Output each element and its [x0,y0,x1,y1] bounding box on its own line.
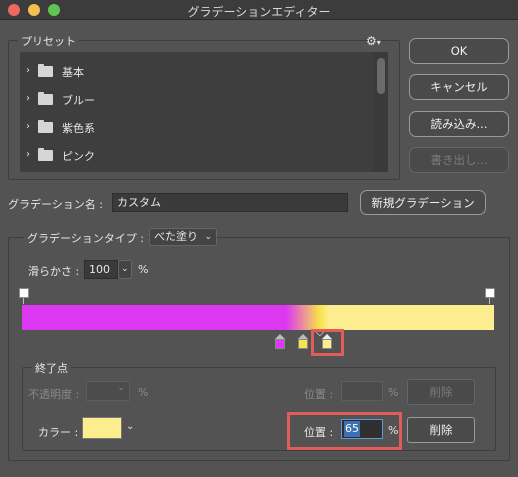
opacity-stop-left[interactable] [19,288,29,298]
opacity-field[interactable]: ⌄ [86,381,130,401]
new-gradient-button[interactable]: 新規グラデーション [360,190,486,215]
gradient-bar[interactable] [22,305,494,330]
chevron-down-icon: ⌄ [204,232,212,242]
smoothness-field[interactable]: 100 [84,260,118,279]
preset-folder-row[interactable]: › 紫色系 [20,114,374,142]
presets-label: プリセット [18,33,79,49]
folder-icon [38,120,53,133]
preset-folder-label: ピンク [62,150,95,163]
color-stop-magenta[interactable] [275,334,285,349]
chevron-down-icon: ⌄ [121,264,129,274]
title-bar: グラデーションエディター [0,0,518,20]
gradient-type-value: べた塗り [154,230,198,243]
delete-button[interactable]: 削除 [407,417,475,443]
chevron-right-icon[interactable]: › [26,93,30,104]
chevron-down-icon[interactable]: ⌄ [126,421,134,432]
gradient-name-label: グラデーション名 : [8,198,103,211]
folder-icon [38,148,53,161]
opacity-stop-stem [489,298,490,304]
opacity-position-unit: % [388,386,399,399]
color-swatch[interactable] [82,417,122,439]
opacity-stop-right[interactable] [485,288,495,298]
smoothness-unit: % [138,263,149,276]
chevron-right-icon[interactable]: › [26,149,30,160]
color-stop-yellow[interactable] [298,334,308,349]
preset-folder-label: 紫色系 [62,122,95,135]
opacity-position-label: 位置 : [304,388,334,401]
chevron-right-icon[interactable]: › [26,121,30,132]
gradient-type-select[interactable]: べた塗り ⌄ [149,228,217,246]
opacity-stop-stem [23,298,24,304]
preset-folder-label: ブルー [62,94,95,107]
preset-scroll-thumb[interactable] [377,58,385,94]
cancel-button[interactable]: キャンセル [409,74,509,100]
position-value: 65 [344,421,360,437]
opacity-position-field[interactable] [341,381,383,401]
load-button[interactable]: 読み込み... [409,111,509,137]
color-label: カラー : [38,426,79,439]
export-button[interactable]: 書き出し... [409,147,509,173]
opacity-label: 不透明度 : [28,388,80,401]
stop-swatch [275,339,285,349]
gradient-name-field[interactable]: カスタム [112,193,348,212]
smoothness-dropdown[interactable]: ⌄ [118,260,132,279]
smoothness-label: 滑らかさ : [28,265,80,278]
position-unit: % [388,424,399,437]
gradient-type-label: グラデーションタイプ : [24,230,147,246]
preset-folder-label: 基本 [62,66,84,79]
stop-swatch [322,339,332,349]
window-title: グラデーションエディター [187,5,331,19]
preset-folder-row[interactable]: › ブルー [20,86,374,114]
stop-swatch [298,339,308,349]
opacity-delete-button[interactable]: 削除 [407,379,475,405]
stops-group-label: 終了点 [32,360,71,376]
preset-folder-row[interactable]: › ピンク [20,142,374,170]
ok-button[interactable]: OK [409,38,509,64]
opacity-unit: % [138,386,149,399]
preset-list[interactable]: › 基本 › ブルー › 紫色系 › ピンク [20,52,388,172]
gear-icon[interactable]: ⚙▾ [366,34,381,48]
folder-icon [38,92,53,105]
chevron-down-icon: ⌄ [117,383,125,393]
color-stop-selected[interactable] [322,334,332,349]
position-field[interactable]: 65 [341,419,383,439]
folder-icon [38,64,53,77]
chevron-right-icon[interactable]: › [26,65,30,76]
position-label: 位置 : [304,426,334,439]
preset-folder-row[interactable]: › 基本 [20,58,374,86]
